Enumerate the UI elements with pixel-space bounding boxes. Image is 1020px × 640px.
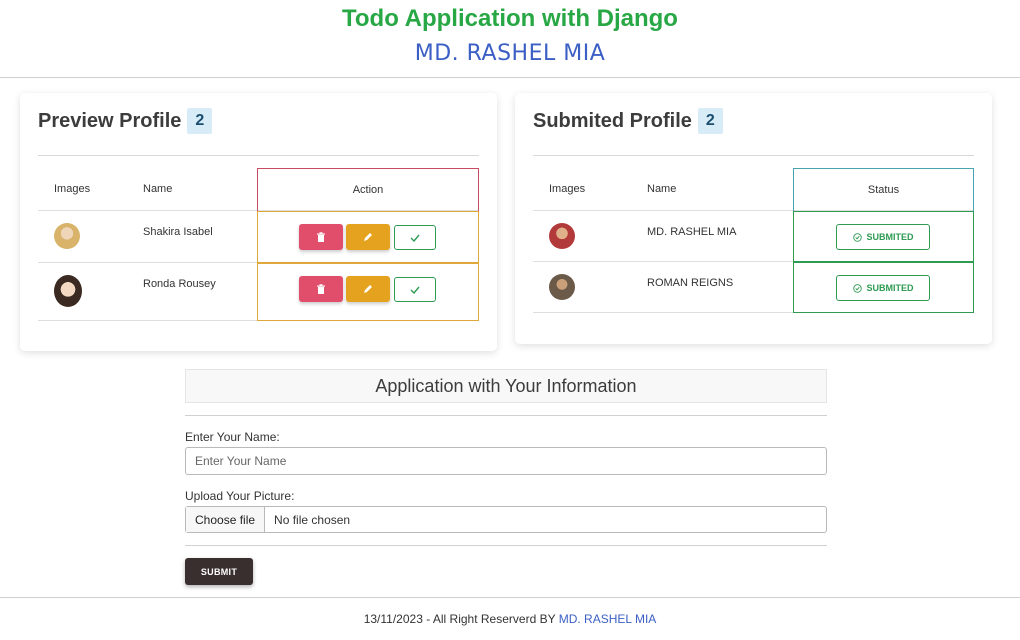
edit-button[interactable] bbox=[346, 276, 390, 302]
profile-name: ROMAN REIGNS bbox=[647, 277, 734, 289]
profile-name: MD. RASHEL MIA bbox=[647, 226, 737, 238]
column-status: Status bbox=[867, 184, 900, 196]
choose-file-button[interactable]: Choose file bbox=[186, 507, 266, 532]
file-status-text: No file chosen bbox=[274, 512, 351, 527]
trash-icon bbox=[317, 231, 325, 242]
divider bbox=[185, 545, 827, 546]
action-cell bbox=[257, 263, 479, 321]
submitted-count-badge: 2 bbox=[697, 108, 723, 134]
column-images: Images bbox=[54, 183, 91, 195]
avatar bbox=[54, 223, 80, 249]
action-cell bbox=[257, 211, 479, 263]
preview-title-text: Preview Profile bbox=[38, 109, 182, 132]
check-icon bbox=[410, 286, 420, 294]
preview-profile-card: Preview Profile 2 Images Name Action Sha… bbox=[20, 93, 497, 351]
footer-text: 13/11/2023 - All Right Reserverd BY bbox=[363, 612, 556, 626]
status-text: SUBMITED bbox=[866, 283, 914, 293]
submitted-profile-title: Submited Profile 2 bbox=[533, 108, 723, 134]
avatar bbox=[549, 223, 575, 249]
submitted-status-badge: SUBMITED bbox=[836, 275, 930, 301]
check-icon bbox=[410, 234, 420, 242]
author-name: MD. RASHEL MIA bbox=[414, 41, 606, 66]
divider bbox=[185, 415, 827, 416]
footer-author-link[interactable]: MD. RASHEL MIA bbox=[559, 612, 657, 626]
submitted-profile-card: Submited Profile 2 Images Name Status MD… bbox=[515, 93, 992, 344]
submitted-status-badge: SUBMITED bbox=[836, 224, 930, 250]
approve-button[interactable] bbox=[394, 277, 436, 302]
page-header: Todo Application with Django MD. RASHEL … bbox=[0, 0, 1020, 78]
submitted-title-text: Submited Profile bbox=[533, 109, 692, 132]
column-images: Images bbox=[549, 183, 586, 195]
column-action-header: Action bbox=[257, 168, 479, 211]
form-title: Application with Your Information bbox=[185, 369, 827, 403]
file-input[interactable]: Choose file No file chosen bbox=[185, 506, 827, 533]
edit-button[interactable] bbox=[346, 224, 390, 250]
footer: 13/11/2023 - All Right Reserverd BY MD. … bbox=[0, 612, 1020, 626]
column-name: Name bbox=[647, 183, 677, 195]
delete-button[interactable] bbox=[299, 224, 343, 250]
status-cell: SUBMITED bbox=[793, 262, 974, 313]
column-action: Action bbox=[352, 184, 384, 196]
column-name: Name bbox=[143, 183, 173, 195]
pencil-icon bbox=[364, 233, 372, 241]
divider bbox=[533, 155, 974, 156]
profile-name: Ronda Rousey bbox=[143, 278, 216, 290]
preview-count-badge: 2 bbox=[187, 108, 213, 134]
trash-icon bbox=[317, 283, 325, 294]
column-status-header: Status bbox=[793, 168, 974, 211]
submit-button[interactable]: SUBMIT bbox=[185, 558, 253, 585]
profile-name: Shakira Isabel bbox=[143, 226, 213, 238]
delete-button[interactable] bbox=[299, 276, 343, 302]
name-label: Enter Your Name: bbox=[185, 430, 280, 444]
preview-profile-title: Preview Profile 2 bbox=[38, 108, 213, 134]
check-circle-icon bbox=[852, 283, 862, 293]
check-circle-icon bbox=[852, 232, 862, 242]
status-text: SUBMITED bbox=[866, 232, 914, 242]
pencil-icon bbox=[364, 285, 372, 293]
app-title: Todo Application with Django bbox=[342, 5, 678, 32]
status-cell: SUBMITED bbox=[793, 211, 974, 262]
footer-divider bbox=[0, 597, 1020, 598]
divider bbox=[38, 155, 479, 156]
picture-label: Upload Your Picture: bbox=[185, 489, 295, 503]
avatar bbox=[549, 274, 575, 300]
avatar bbox=[54, 275, 82, 307]
name-input[interactable] bbox=[185, 447, 827, 475]
approve-button[interactable] bbox=[394, 225, 436, 250]
